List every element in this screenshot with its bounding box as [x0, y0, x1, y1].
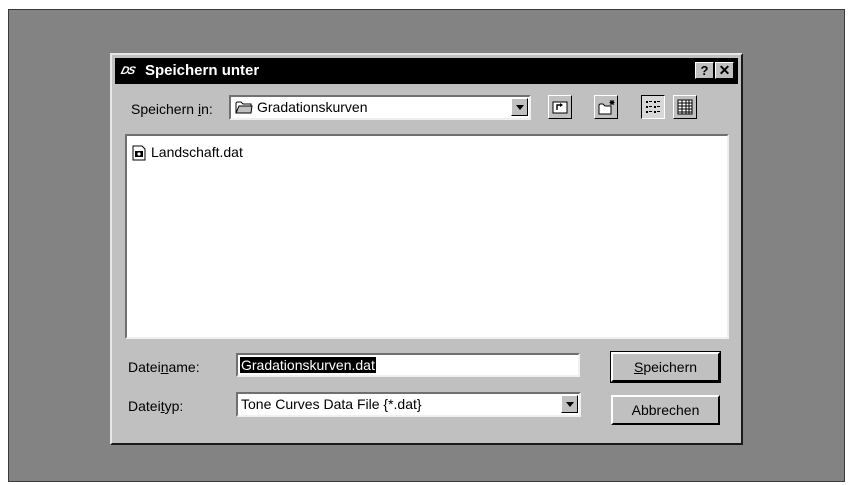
filetype-value: Tone Curves Data File {*.dat} [241, 396, 422, 412]
file-list[interactable]: Landschaft.dat [125, 134, 729, 339]
filetype-dropdown[interactable]: Tone Curves Data File {*.dat} [236, 392, 581, 417]
cancel-button[interactable]: Abbrechen [611, 395, 720, 425]
title-bar[interactable]: DS Speichern unter ? ✕ [115, 58, 738, 84]
list-view-icon [646, 101, 660, 113]
save-in-label: Speichern in: [131, 101, 213, 117]
filename-value[interactable]: Gradationskurven.dat [240, 357, 376, 373]
close-button[interactable]: ✕ [715, 62, 734, 79]
save-button[interactable]: Speichern [610, 351, 721, 383]
help-button[interactable]: ? [695, 62, 714, 79]
details-view-icon [677, 99, 693, 115]
app-logo-icon: DS [119, 65, 136, 77]
filetype-label: Dateityp: [128, 398, 184, 414]
new-folder-icon [598, 100, 615, 115]
dialog-title: Speichern unter [145, 62, 260, 79]
list-view-button[interactable] [641, 95, 665, 119]
folder-icon [235, 100, 253, 119]
data-file-icon [132, 145, 146, 161]
up-folder-icon [552, 101, 568, 114]
save-in-value: Gradationskurven [257, 99, 368, 115]
details-view-button[interactable] [673, 95, 697, 119]
save-in-dropdown[interactable]: Gradationskurven [229, 95, 531, 120]
chevron-down-icon[interactable] [511, 98, 528, 116]
new-folder-button[interactable] [594, 95, 618, 119]
filename-input[interactable]: Gradationskurven.dat [236, 353, 580, 377]
up-one-level-button[interactable] [548, 95, 572, 119]
filename-label: Dateiname: [128, 359, 200, 375]
chevron-down-icon[interactable] [561, 395, 578, 413]
file-name: Landschaft.dat [151, 144, 243, 160]
